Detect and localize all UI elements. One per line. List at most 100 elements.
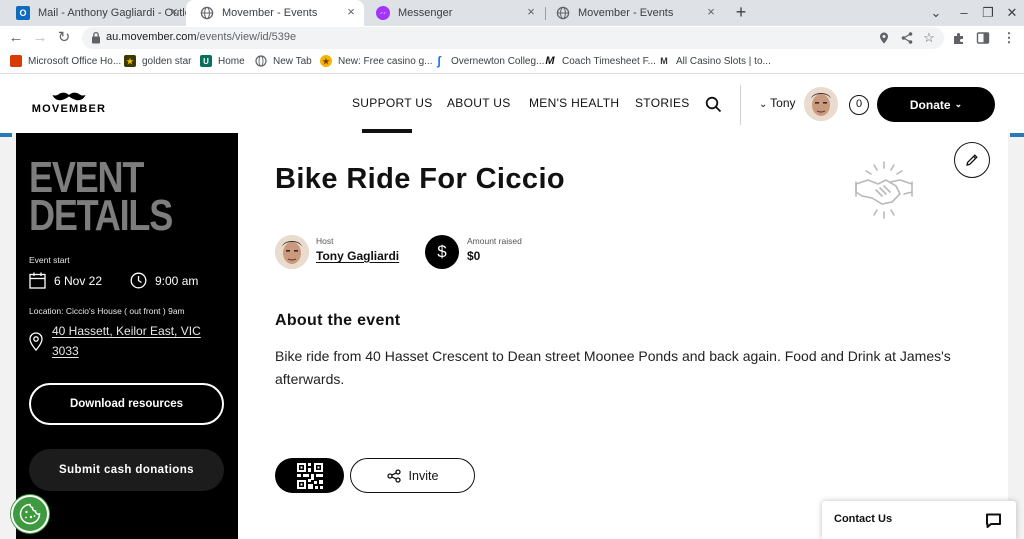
nav-active-indicator bbox=[362, 129, 412, 133]
tab-title: Messenger bbox=[398, 7, 453, 19]
invite-button[interactable]: Invite bbox=[350, 458, 475, 493]
bookmark-label: Home bbox=[218, 55, 245, 67]
nav-mens-health[interactable]: MEN'S HEALTH bbox=[529, 96, 619, 110]
tab-outlook-mail[interactable]: O Mail - Anthony Gagliardi - Outlook × bbox=[2, 0, 187, 26]
bookmark-microsoft-office[interactable]: Microsoft Office Ho... bbox=[10, 55, 121, 67]
event-details-panel: EVENT DETAILS Event start 6 Nov 22 9:00 … bbox=[16, 133, 238, 539]
map-pin-icon bbox=[29, 332, 43, 351]
avatar[interactable] bbox=[804, 87, 838, 121]
tab-search-chevron-icon[interactable]: ⌄ bbox=[926, 3, 946, 23]
location-pin-icon[interactable] bbox=[877, 31, 891, 45]
bookmark-label: New: Free casino g... bbox=[338, 55, 433, 67]
host-avatar[interactable] bbox=[275, 235, 309, 269]
url-path: /events/view/id/539e bbox=[196, 31, 297, 43]
event-date: 6 Nov 22 bbox=[29, 272, 102, 289]
address-link[interactable]: 40 Hassett, Keilor East, VIC 3033 bbox=[52, 321, 222, 361]
new-tab-button[interactable]: + bbox=[731, 3, 751, 23]
close-icon[interactable]: × bbox=[524, 5, 538, 19]
globe-icon bbox=[255, 55, 267, 67]
share-icon bbox=[386, 468, 401, 483]
cart-count-badge[interactable]: 0 bbox=[849, 95, 869, 115]
nav-support-us[interactable]: SUPPORT US bbox=[352, 96, 433, 110]
location-note: Location: Ciccio's House ( out front ) 9… bbox=[29, 306, 185, 316]
edit-event-button[interactable] bbox=[954, 142, 990, 178]
user-menu[interactable]: ⌄ Tony bbox=[759, 96, 796, 110]
bookmark-overnewton-college[interactable]: ʃ Overnewton Colleg... bbox=[433, 54, 544, 68]
extensions-puzzle-icon[interactable] bbox=[952, 31, 966, 45]
invite-label: Invite bbox=[408, 468, 439, 483]
messenger-icon bbox=[376, 6, 390, 20]
bookmark-label: Coach Timesheet F... bbox=[562, 55, 656, 67]
menu-kebab-icon[interactable]: ⋮ bbox=[1002, 31, 1016, 45]
bookmark-coach-timesheet[interactable]: M Coach Timesheet F... bbox=[544, 55, 656, 67]
share-icon[interactable] bbox=[900, 31, 914, 45]
bookmark-home[interactable]: U Home bbox=[200, 55, 245, 67]
bookmark-all-casino-slots[interactable]: M All Casino Slots | to... bbox=[658, 55, 771, 67]
qr-code-button[interactable] bbox=[275, 458, 344, 493]
side-panel-icon[interactable] bbox=[976, 31, 990, 45]
contact-us-widget[interactable]: Contact Us bbox=[822, 501, 1016, 539]
search-icon[interactable] bbox=[705, 96, 722, 113]
download-resources-button[interactable]: Download resources bbox=[29, 383, 224, 425]
chevron-down-icon: ⌄ bbox=[954, 99, 963, 109]
nav-stories[interactable]: STORIES bbox=[635, 96, 690, 110]
pencil-icon bbox=[966, 154, 978, 166]
movember-logo[interactable]: MOVEMBER bbox=[30, 92, 108, 120]
tab-messenger[interactable]: Messenger × bbox=[362, 0, 544, 26]
host-name-link[interactable]: Tony Gagliardi bbox=[316, 249, 399, 263]
logo-wordmark: MOVEMBER bbox=[31, 103, 107, 115]
browser-tab-strip: O Mail - Anthony Gagliardi - Outlook × M… bbox=[0, 0, 1024, 26]
bookmark-label: All Casino Slots | to... bbox=[676, 55, 771, 67]
about-description: Bike ride from 40 Hasset Crescent to Dea… bbox=[275, 348, 951, 387]
close-icon[interactable]: × bbox=[344, 5, 358, 19]
coach-icon: M bbox=[545, 55, 555, 67]
nav-about-us[interactable]: ABOUT US bbox=[447, 96, 511, 110]
bookmark-label: Microsoft Office Ho... bbox=[28, 55, 122, 67]
calendar-icon bbox=[29, 272, 46, 289]
site-header: MOVEMBER SUPPORT US ABOUT US MEN'S HEALT… bbox=[0, 75, 1024, 133]
office-icon bbox=[10, 55, 22, 67]
host-label: Host bbox=[316, 236, 334, 246]
bookmark-label: New Tab bbox=[273, 55, 312, 67]
minimize-icon[interactable]: – bbox=[954, 3, 974, 23]
submit-cash-donations-button[interactable]: Submit cash donations bbox=[29, 449, 224, 491]
tab-title: Mail - Anthony Gagliardi - Outlook bbox=[38, 7, 187, 19]
reload-icon[interactable]: ↻ bbox=[54, 28, 74, 48]
amount-raised-label: Amount raised bbox=[467, 236, 522, 246]
globe-icon bbox=[200, 6, 214, 20]
bookmark-new-tab[interactable]: New Tab bbox=[255, 55, 312, 67]
donate-label: Donate bbox=[909, 97, 951, 112]
chat-bubble-icon bbox=[986, 513, 1001, 528]
bookmark-star-icon[interactable]: ☆ bbox=[922, 31, 936, 45]
address-bar[interactable]: au.movember.com/events/view/id/539e ☆ bbox=[82, 27, 944, 49]
browser-toolbar: ← → ↻ au.movember.com/events/view/id/539… bbox=[0, 26, 1024, 50]
page-edge-accent bbox=[1010, 133, 1024, 137]
close-icon[interactable]: × bbox=[704, 5, 718, 19]
dollar-icon: $ bbox=[425, 235, 459, 269]
close-icon[interactable]: × bbox=[167, 5, 181, 19]
tab-movember-events-active[interactable]: Movember - Events × bbox=[186, 0, 364, 26]
star-icon: ★ bbox=[124, 55, 136, 67]
tab-title: Movember - Events bbox=[222, 7, 318, 19]
cookie-settings-button[interactable] bbox=[11, 495, 49, 533]
slots-icon: M bbox=[660, 56, 668, 66]
donate-button[interactable]: Donate ⌄ bbox=[877, 87, 995, 122]
panel-title: EVENT DETAILS bbox=[29, 156, 173, 240]
qr-code-icon bbox=[296, 462, 323, 489]
tab-movember-events[interactable]: Movember - Events × bbox=[542, 0, 724, 26]
bookmark-golden-star[interactable]: ★ golden star bbox=[124, 55, 191, 67]
tab-title: Movember - Events bbox=[578, 7, 674, 19]
panel-title-line: DETAILS bbox=[29, 191, 173, 240]
forward-arrow-icon[interactable]: → bbox=[30, 28, 50, 48]
amount-raised-value: $0 bbox=[467, 249, 481, 263]
cookie-icon bbox=[19, 503, 41, 525]
outlook-icon: O bbox=[16, 6, 30, 20]
bookmark-label: golden star bbox=[142, 55, 192, 67]
back-arrow-icon[interactable]: ← bbox=[6, 28, 26, 48]
window-close-icon[interactable]: ✕ bbox=[1002, 3, 1022, 23]
bookmarks-bar: Microsoft Office Ho... ★ golden star U H… bbox=[0, 50, 1024, 74]
bookmark-free-casino[interactable]: ★ New: Free casino g... bbox=[320, 55, 432, 67]
restore-icon[interactable]: ❐ bbox=[978, 3, 998, 23]
about-heading: About the event bbox=[275, 312, 401, 329]
lock-icon bbox=[92, 31, 100, 44]
